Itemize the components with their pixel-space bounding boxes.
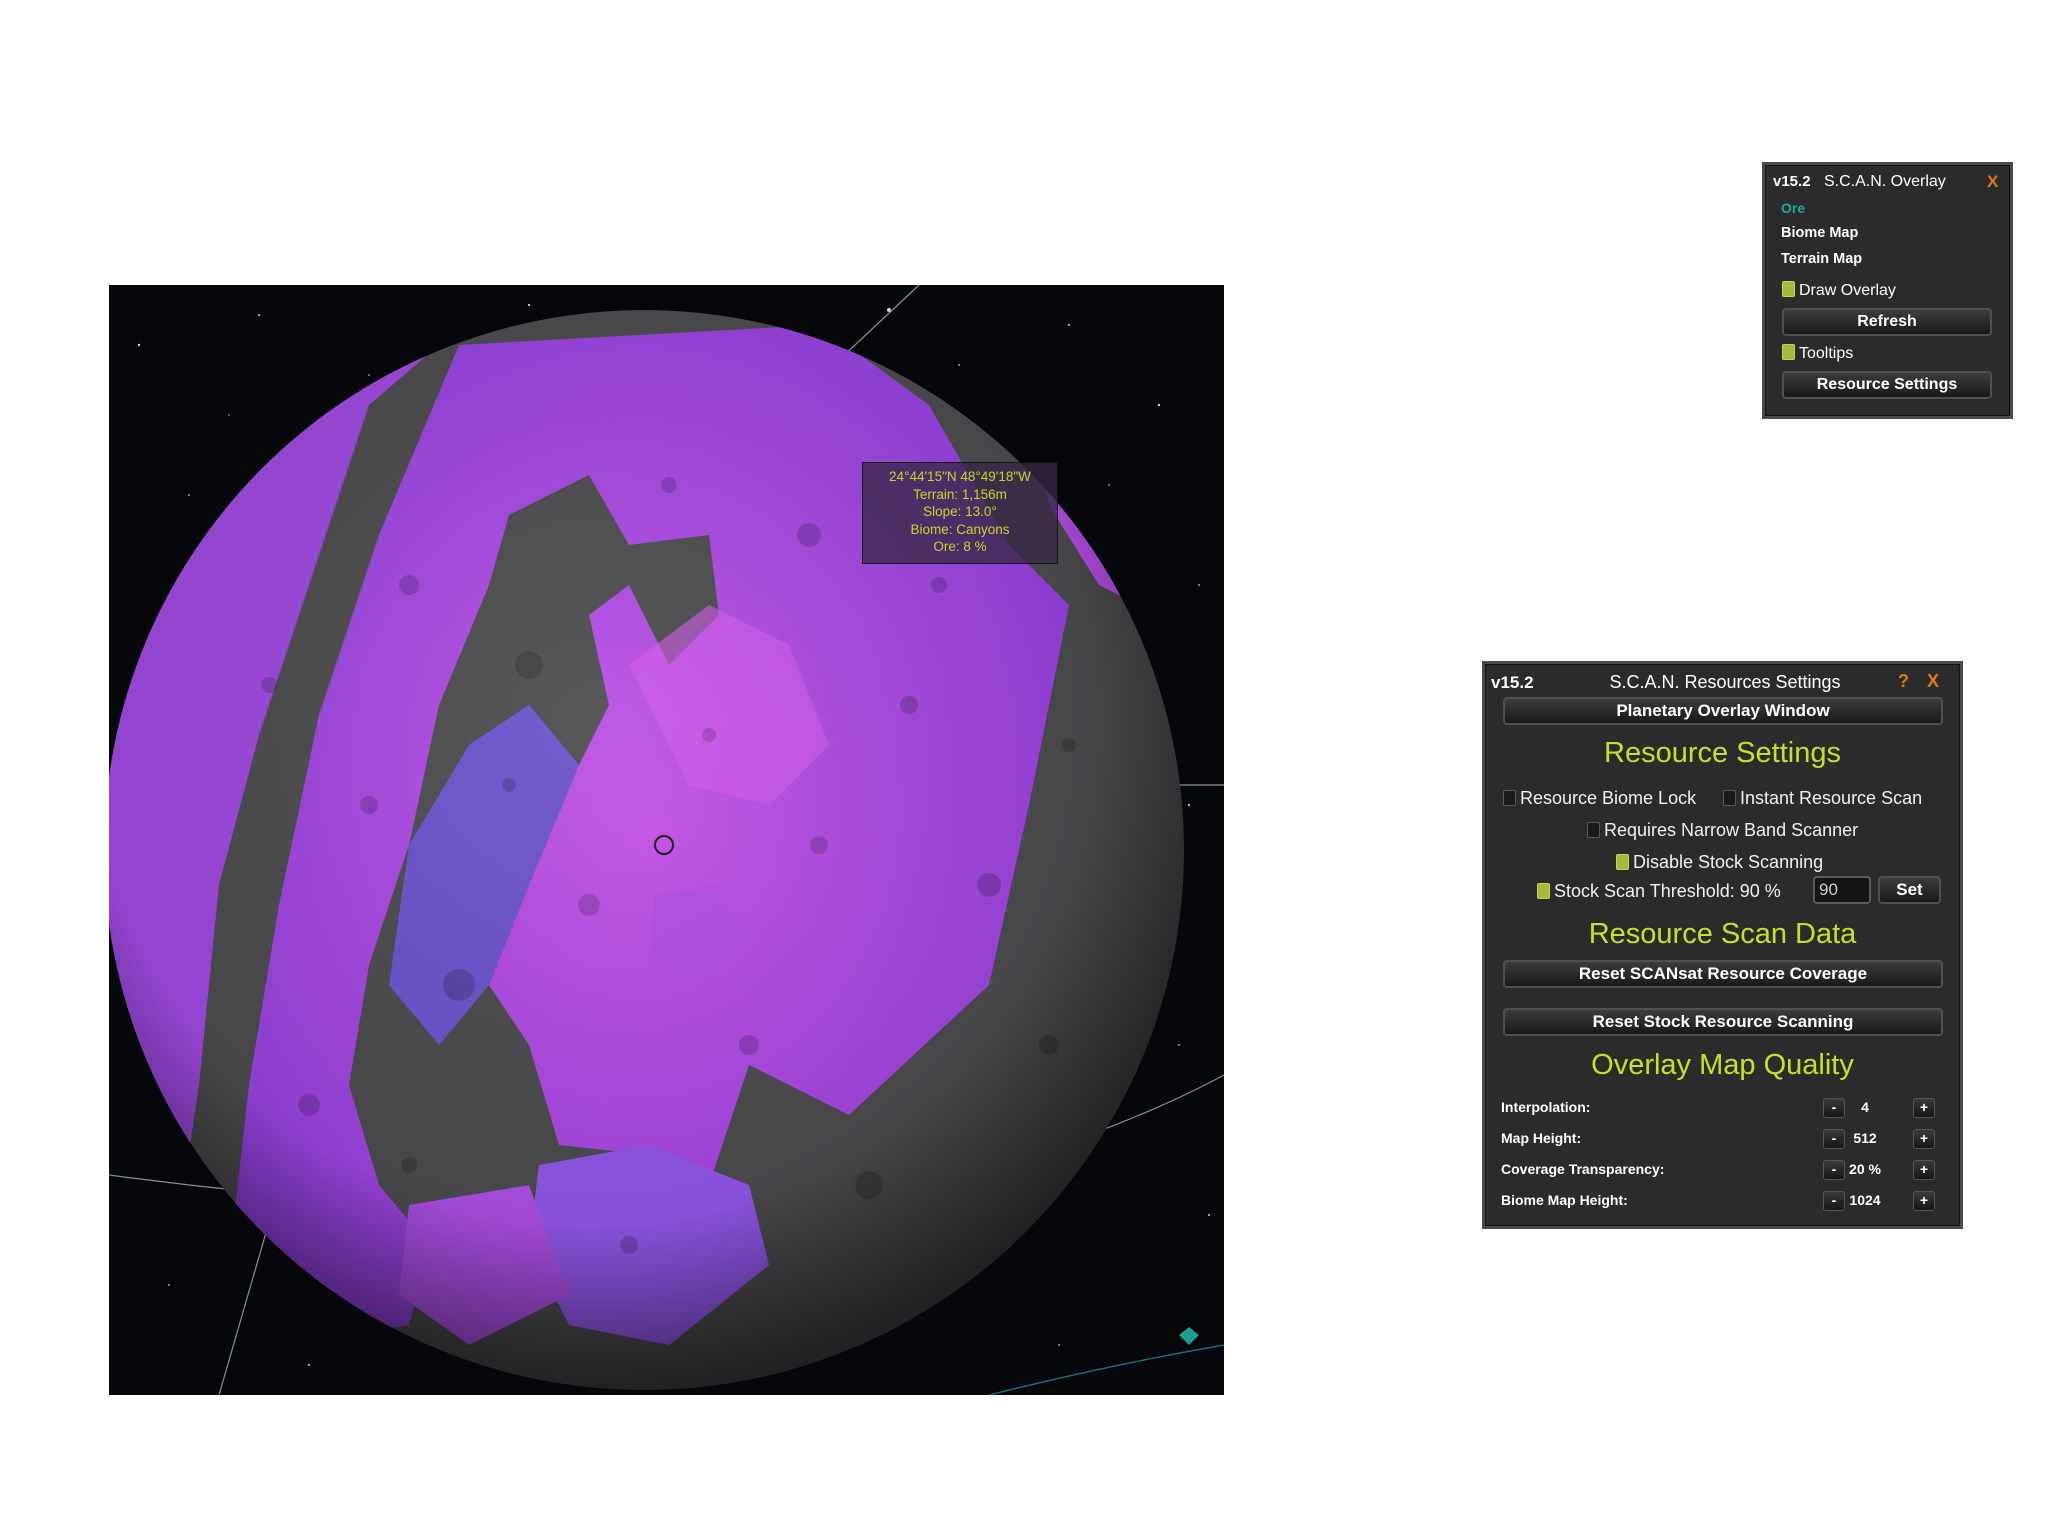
- refresh-button[interactable]: Refresh: [1782, 308, 1992, 336]
- vessel-marker-icon[interactable]: [1179, 1327, 1199, 1345]
- biome-lock-toggle[interactable]: Resource Biome Lock: [1503, 788, 1696, 809]
- checkbox-unchecked-icon: [1587, 822, 1600, 838]
- tooltips-toggle[interactable]: Tooltips: [1782, 344, 1853, 363]
- tooltip-terrain: Terrain: 1,156m: [913, 486, 1007, 502]
- version-label: v15.2: [1491, 673, 1534, 692]
- coverage-transparency-label: Coverage Transparency:: [1501, 1161, 1665, 1177]
- map-height-label: Map Height:: [1501, 1130, 1582, 1146]
- interpolation-increase-button[interactable]: +: [1913, 1098, 1935, 1118]
- biome-map-height-label: Biome Map Height:: [1501, 1192, 1628, 1208]
- coverage-transparency-value: 20 %: [1849, 1161, 1881, 1177]
- resource-settings-button[interactable]: Resource Settings: [1782, 371, 1992, 399]
- disable-stock-toggle[interactable]: Disable Stock Scanning: [1616, 852, 1823, 873]
- section-resource-settings: Resource Settings: [1604, 737, 1841, 769]
- terrain-map-item[interactable]: Terrain Map: [1781, 251, 1862, 267]
- reset-stock-scanning-button[interactable]: Reset Stock Resource Scanning: [1503, 1008, 1943, 1036]
- biome-map-height-value: 1024: [1849, 1192, 1881, 1208]
- transparency-increase-button[interactable]: +: [1913, 1160, 1935, 1180]
- scan-overlay-window: v15.2 S.C.A.N. Overlay X Ore Biome Map T…: [1762, 162, 2013, 419]
- resource-ore-item[interactable]: Ore: [1781, 200, 1805, 216]
- set-threshold-button[interactable]: Set: [1878, 876, 1941, 904]
- help-button[interactable]: ?: [1898, 671, 1909, 692]
- biome-map-item[interactable]: Biome Map: [1781, 225, 1858, 241]
- section-resource-scan-data: Resource Scan Data: [1588, 918, 1857, 950]
- threshold-input[interactable]: [1813, 876, 1871, 904]
- tooltips-label: Tooltips: [1799, 345, 1854, 362]
- tooltip-slope: Slope: 13.0°: [923, 504, 997, 519]
- map-height-increase-button[interactable]: +: [1913, 1129, 1935, 1149]
- section-overlay-map-quality: Overlay Map Quality: [1591, 1049, 1854, 1081]
- window-title[interactable]: S.C.A.N. Overlay: [1824, 173, 1946, 191]
- map-height-value: 512: [1853, 1130, 1877, 1146]
- instant-scan-toggle[interactable]: Instant Resource Scan: [1723, 788, 1922, 809]
- stock-threshold-toggle[interactable]: Stock Scan Threshold: 90 %: [1537, 881, 1781, 902]
- planetary-overlay-button[interactable]: Planetary Overlay Window: [1503, 697, 1943, 725]
- reset-scansat-coverage-button[interactable]: Reset SCANsat Resource Coverage: [1503, 960, 1943, 988]
- map-tooltip: 24°44'15"N 48°49'18"W Terrain: 1,156m Sl…: [862, 462, 1058, 564]
- interpolation-label: Interpolation:: [1501, 1099, 1591, 1115]
- checkbox-unchecked-icon: [1723, 790, 1736, 806]
- biome-height-increase-button[interactable]: +: [1913, 1191, 1935, 1211]
- biome-lock-label: Resource Biome Lock: [1520, 788, 1697, 808]
- checkbox-checked-icon: [1782, 344, 1795, 360]
- planet-render: [109, 285, 1224, 1395]
- close-button[interactable]: X: [1927, 671, 1939, 692]
- draw-overlay-toggle[interactable]: Draw Overlay: [1782, 281, 1896, 300]
- tooltip-coords: 24°44'15"N 48°49'18"W: [889, 469, 1031, 484]
- checkbox-checked-icon: [1537, 883, 1550, 899]
- disable-stock-label: Disable Stock Scanning: [1633, 852, 1824, 872]
- checkbox-unchecked-icon: [1503, 790, 1516, 806]
- checkbox-checked-icon: [1616, 854, 1629, 870]
- interpolation-value: 4: [1861, 1099, 1869, 1115]
- window-title[interactable]: S.C.A.N. Resources Settings: [1595, 672, 1855, 693]
- narrow-band-toggle[interactable]: Requires Narrow Band Scanner: [1587, 820, 1858, 841]
- planet-viewport[interactable]: 24°44'15"N 48°49'18"W Terrain: 1,156m Sl…: [109, 285, 1224, 1395]
- narrow-band-label: Requires Narrow Band Scanner: [1604, 820, 1859, 840]
- tooltip-biome: Biome: Canyons: [910, 521, 1010, 537]
- draw-overlay-label: Draw Overlay: [1799, 282, 1896, 299]
- stock-threshold-label: Stock Scan Threshold: 90 %: [1554, 881, 1781, 901]
- checkbox-checked-icon: [1782, 281, 1795, 297]
- version-label: v15.2: [1773, 173, 1811, 190]
- instant-scan-label: Instant Resource Scan: [1740, 788, 1923, 808]
- scan-resource-settings-window: v15.2 S.C.A.N. Resources Settings ? X Pl…: [1482, 661, 1963, 1229]
- close-button[interactable]: X: [1987, 172, 1998, 192]
- tooltip-ore: Ore: 8 %: [933, 539, 987, 554]
